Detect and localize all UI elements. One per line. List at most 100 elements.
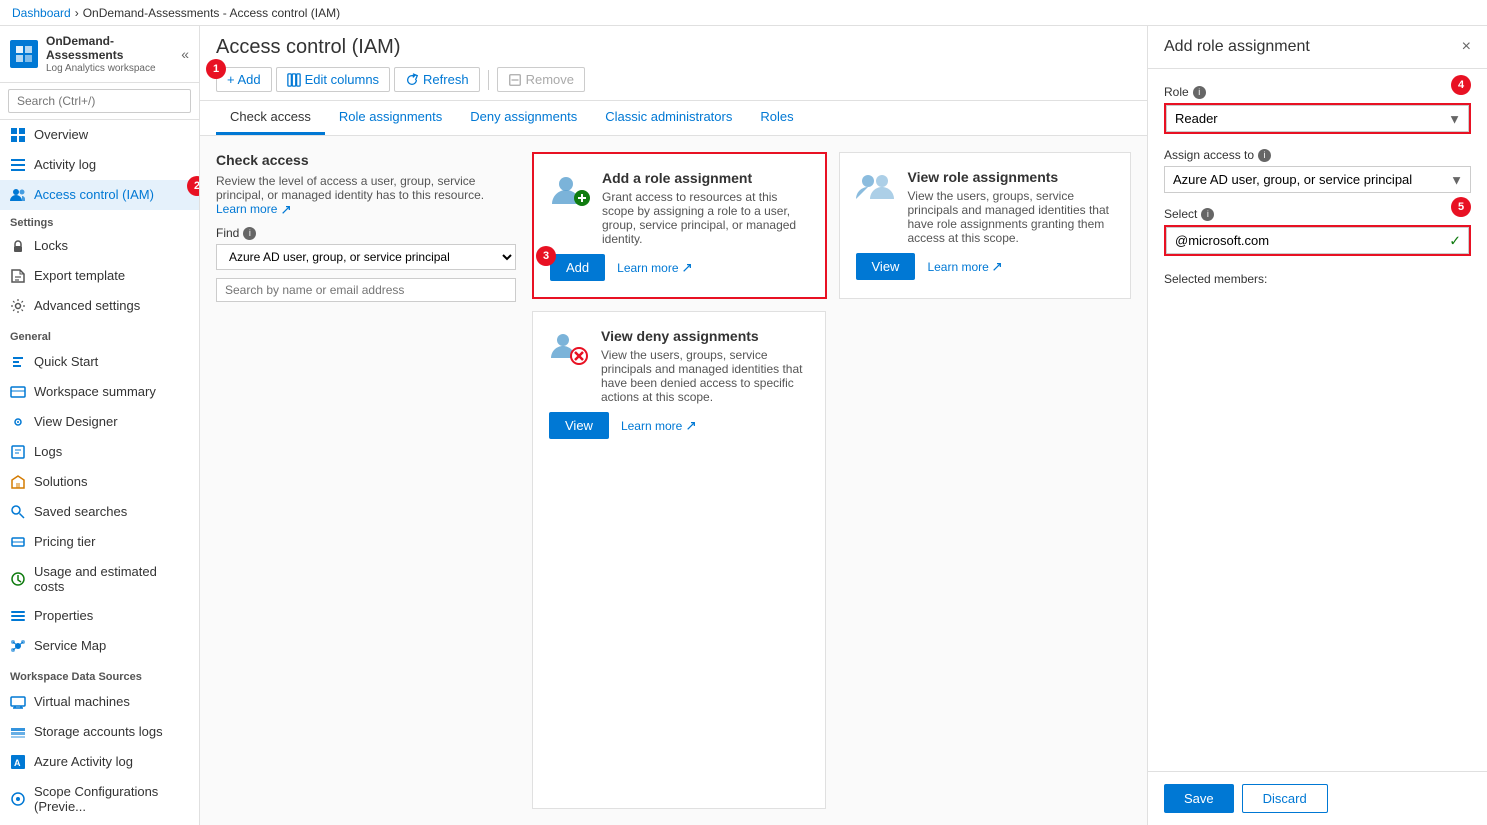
sidebar-item-savedsearches[interactable]: Saved searches <box>0 497 199 527</box>
add-role-icon <box>550 170 590 210</box>
select-info-icon: i <box>1201 208 1214 221</box>
add-role-learn-more[interactable]: Learn more <box>617 261 692 275</box>
search-save-icon <box>10 504 26 520</box>
sidebar-label-pricing: Pricing tier <box>34 534 95 549</box>
settings-section-label: Settings <box>10 217 53 229</box>
properties-icon <box>10 608 26 624</box>
deny-learn-more[interactable]: Learn more <box>621 419 696 433</box>
azure-activity-icon: A <box>10 754 26 770</box>
view-deny-card: View deny assignments View the users, gr… <box>532 311 826 809</box>
right-panel-body: 4 Role i Reader Contributor Owner ▼ <box>1148 69 1487 771</box>
select-form-group: 5 Select i ✓ <box>1164 207 1471 256</box>
sidebar-item-storage[interactable]: Storage accounts logs <box>0 717 199 747</box>
pricing-icon <box>10 534 26 550</box>
sidebar-item-access-control[interactable]: Access control (IAM) 2 <box>0 180 199 210</box>
save-button[interactable]: Save <box>1164 784 1234 813</box>
view-role-btn[interactable]: View <box>856 253 916 280</box>
sidebar-item-viewdesigner[interactable]: View Designer <box>0 407 199 437</box>
add-role-btn[interactable]: Add <box>550 254 605 281</box>
sidebar-search-input[interactable] <box>8 89 191 113</box>
sidebar-item-vms[interactable]: Virtual machines <box>0 687 199 717</box>
sidebar-item-activity-log[interactable]: Activity log <box>0 150 199 180</box>
view-deny-btn[interactable]: View <box>549 412 609 439</box>
sidebar-item-properties[interactable]: Properties <box>0 601 199 631</box>
right-panel: Add role assignment × 4 Role i Reader Co… <box>1147 26 1487 825</box>
edit-columns-button[interactable]: Edit columns <box>276 67 390 92</box>
sidebar-item-export[interactable]: Export template <box>0 261 199 291</box>
servicemap-icon <box>10 638 26 654</box>
solutions-icon <box>10 474 26 490</box>
export-icon <box>10 268 26 284</box>
right-panel-header: Add role assignment × <box>1148 26 1487 69</box>
sidebar-item-overview[interactable]: Overview <box>0 120 199 150</box>
sidebar-item-advanced[interactable]: Advanced settings <box>0 291 199 321</box>
sidebar-label-savedsearches: Saved searches <box>34 504 127 519</box>
check-icon: ✓ <box>1449 232 1461 249</box>
add-role-desc: Grant access to resources at this scope … <box>602 190 809 246</box>
people-icon <box>10 187 26 203</box>
tab-deny-assignments[interactable]: Deny assignments <box>456 101 591 135</box>
role-select[interactable]: Reader Contributor Owner <box>1166 105 1469 132</box>
assign-label: Assign access to i <box>1164 148 1471 162</box>
check-access-learn-more[interactable]: Learn more <box>216 202 291 216</box>
annotation-3: 3 <box>536 246 556 266</box>
page-header: Access control (IAM) 1 + Add Edit column… <box>200 26 1147 101</box>
breadcrumb-dashboard[interactable]: Dashboard <box>12 6 71 20</box>
list-icon <box>10 157 26 173</box>
deny-desc: View the users, groups, service principa… <box>601 348 809 404</box>
sidebar-label-servicemap: Service Map <box>34 638 106 653</box>
tab-role-assignments[interactable]: Role assignments <box>325 101 456 135</box>
sidebar-header: OnDemand-Assessments Log Analytics works… <box>0 26 199 83</box>
toolbar-divider <box>488 70 489 90</box>
sidebar-item-logs[interactable]: Logs <box>0 437 199 467</box>
edit-columns-label: Edit columns <box>305 72 379 87</box>
remove-button[interactable]: Remove <box>497 67 585 92</box>
check-access-desc: Review the level of access a user, group… <box>216 174 516 216</box>
sidebar-label-vms: Virtual machines <box>34 694 130 709</box>
tab-classic-admin[interactable]: Classic administrators <box>591 101 746 135</box>
sidebar-label-quickstart: Quick Start <box>34 354 98 369</box>
view-role-title: View role assignments <box>908 169 1115 185</box>
sidebar-item-locks[interactable]: Locks <box>0 231 199 261</box>
deny-icon <box>549 328 589 368</box>
view-role-learn-more[interactable]: Learn more <box>927 260 1002 274</box>
sidebar-item-usage[interactable]: Usage and estimated costs <box>0 557 199 601</box>
sidebar-item-pricingtier[interactable]: Pricing tier <box>0 527 199 557</box>
select-input[interactable] <box>1166 227 1469 254</box>
search-by-name-input[interactable] <box>216 278 516 302</box>
sidebar-item-quickstart[interactable]: Quick Start <box>0 347 199 377</box>
role-form-group: 4 Role i Reader Contributor Owner ▼ <box>1164 85 1471 134</box>
add-role-card: Add a role assignment Grant access to re… <box>532 152 827 299</box>
sidebar-search-container <box>0 83 199 120</box>
assign-select[interactable]: Azure AD user, group, or service princip… <box>1164 166 1471 193</box>
sidebar-item-workspace[interactable]: Workspace summary <box>0 377 199 407</box>
check-access-title: Check access <box>216 152 516 168</box>
sidebar-label-scope: Scope Configurations (Previe... <box>34 784 189 814</box>
sidebar-title: OnDemand-Assessments <box>46 34 173 63</box>
usage-icon <box>10 571 26 587</box>
sidebar-item-solutions[interactable]: Solutions <box>0 467 199 497</box>
find-info-icon: i <box>243 227 256 240</box>
refresh-label: Refresh <box>423 72 469 87</box>
sidebar-item-scope[interactable]: Scope Configurations (Previe... <box>0 777 199 821</box>
discard-button[interactable]: Discard <box>1242 784 1328 813</box>
sidebar-item-servicemap[interactable]: Service Map <box>0 631 199 661</box>
right-panel-title: Add role assignment <box>1164 38 1310 56</box>
role-select-wrapper: Reader Contributor Owner ▼ <box>1164 103 1471 134</box>
find-select[interactable]: Azure AD user, group, or service princip… <box>216 244 516 270</box>
refresh-button[interactable]: Refresh <box>394 67 480 92</box>
general-section-label: General <box>0 321 199 347</box>
sidebar-label-logs: Logs <box>34 444 62 459</box>
assign-form-group: Assign access to i Azure AD user, group,… <box>1164 148 1471 193</box>
assign-select-wrapper: Azure AD user, group, or service princip… <box>1164 166 1471 193</box>
sidebar-item-azureresources[interactable]: Azure Resources <box>0 821 199 825</box>
sidebar-collapse-btn[interactable]: « <box>181 46 189 62</box>
role-info-icon: i <box>1193 86 1206 99</box>
content-body: Check access Review the level of access … <box>200 136 1147 825</box>
storage-icon <box>10 724 26 740</box>
tab-roles[interactable]: Roles <box>746 101 807 135</box>
tab-check-access[interactable]: Check access <box>216 101 325 135</box>
close-panel-btn[interactable]: × <box>1462 38 1471 56</box>
sidebar-item-azureactivity[interactable]: A Azure Activity log <box>0 747 199 777</box>
scope-icon <box>10 791 26 807</box>
